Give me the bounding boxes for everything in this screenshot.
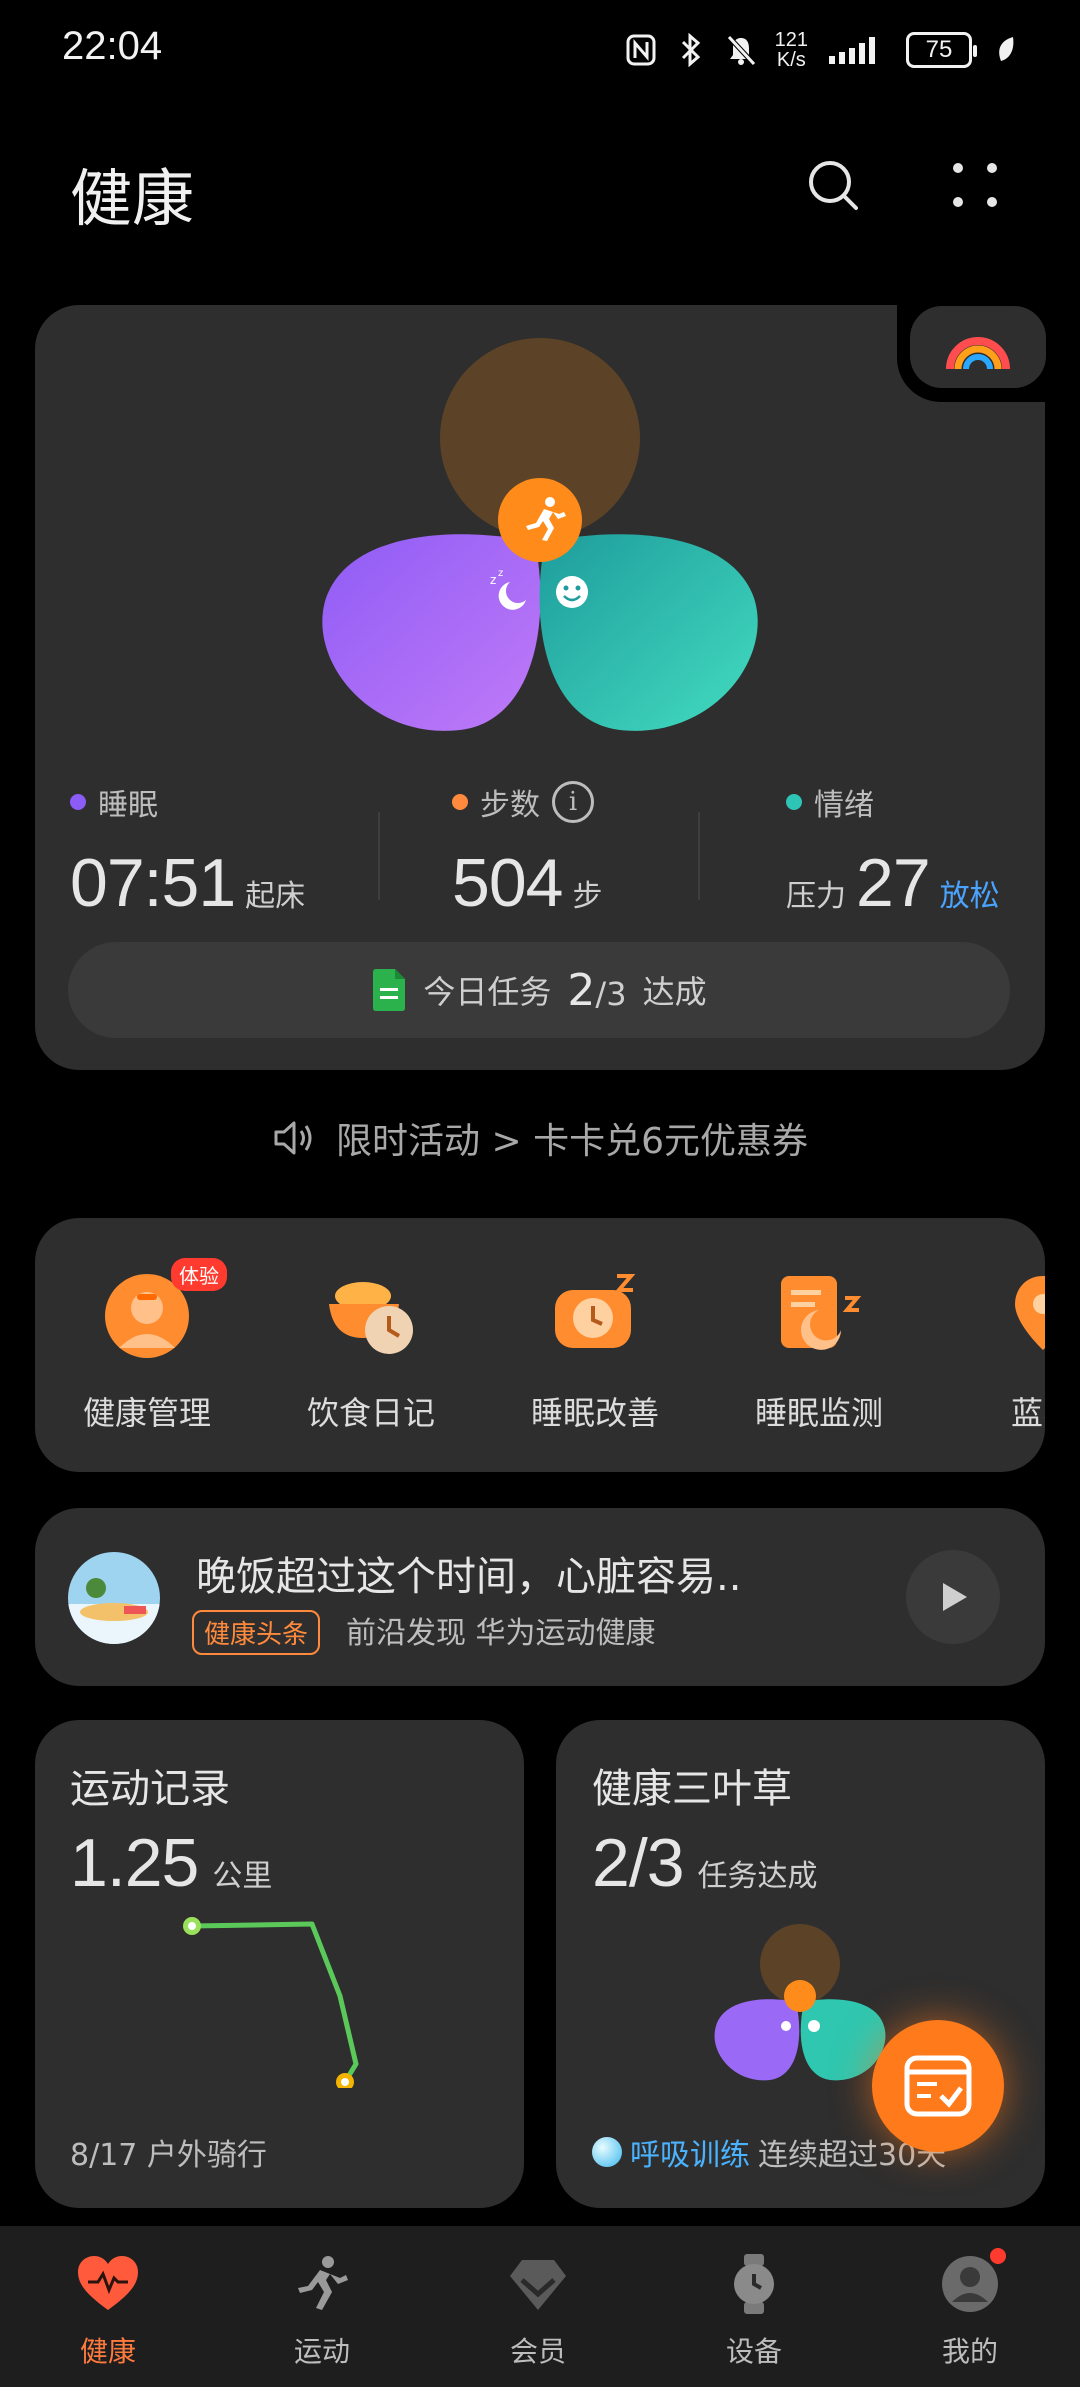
checklist-icon (904, 2055, 972, 2117)
notification-dot (990, 2248, 1006, 2264)
watch-icon (734, 2254, 774, 2314)
status-time: 22:04 (62, 24, 163, 68)
more-icon[interactable] (950, 160, 1000, 210)
battery-icon: 75 (906, 32, 977, 68)
running-icon (298, 2256, 348, 2310)
svg-text:z: z (490, 573, 496, 587)
service-sleep-improve[interactable]: 睡眠改善 (495, 1268, 695, 1434)
services-card: 体验 健康管理 饮食日记 睡眠改善 睡眠监测 蓝星 (35, 1218, 1045, 1472)
news-thumbnail (68, 1552, 160, 1644)
sleep-improve-icon (555, 1274, 636, 1348)
news-tag: 健康头条 (192, 1610, 321, 1655)
clover-footer: 呼吸训练 连续超过30天 (592, 2130, 946, 2174)
divider (378, 812, 380, 900)
page-title: 健康 (70, 162, 195, 235)
service-sleep-monitor[interactable]: 睡眠监测 (719, 1268, 919, 1434)
play-button[interactable] (906, 1550, 1000, 1644)
smile-icon (556, 576, 588, 608)
tab-profile[interactable]: 我的 (900, 2248, 1040, 2370)
relax-link[interactable]: 放松 (940, 871, 1000, 915)
promo-banner[interactable]: 限时活动 > 卡卡兑6元优惠券 (0, 1112, 1080, 1164)
diamond-icon (510, 2260, 566, 2310)
diet-diary-icon (329, 1282, 413, 1354)
sleep-value: 07:51 (70, 845, 236, 921)
exercise-title: 运动记录 (70, 1766, 230, 1812)
sleep-metric[interactable]: 睡眠 07:51 起床 (70, 780, 305, 922)
divider (698, 812, 700, 900)
breath-icon (592, 2137, 622, 2167)
steps-value: 504 (452, 845, 563, 921)
play-icon (943, 1583, 967, 1611)
document-icon (373, 969, 406, 1011)
steps-metric[interactable]: 步数 i 504 步 (452, 780, 602, 922)
service-health-manage[interactable]: 体验 健康管理 (47, 1258, 247, 1434)
stress-value: 27 (856, 845, 931, 921)
clover-progress: 2/3 任务达成 (592, 1825, 818, 1901)
trial-badge: 体验 (171, 1258, 227, 1291)
leaf-icon (990, 32, 1022, 68)
search-icon[interactable] (806, 158, 862, 214)
sleep-monitor-icon (781, 1276, 862, 1350)
service-lanxing[interactable]: 蓝星 (943, 1268, 1045, 1434)
mood-metric[interactable]: 情绪 压力 27 放松 (786, 780, 1000, 922)
news-title: 晚饭超过这个时间，心脏容易.. (196, 1554, 742, 1600)
heart-pulse-icon (78, 2256, 138, 2310)
tab-member[interactable]: 会员 (468, 2252, 608, 2370)
net-speed: 121 K/s (774, 29, 808, 71)
exercise-footer: 8/17 户外骑行 (70, 2138, 267, 2173)
route-map (183, 1917, 359, 2088)
mini-clover-graphic (714, 1924, 886, 2081)
steps-dot (452, 794, 468, 810)
map-pin-icon (1015, 1276, 1045, 1350)
status-icons: 121 K/s 75 (625, 30, 1022, 70)
mute-icon (725, 32, 757, 68)
rainbow-icon[interactable] (910, 306, 1046, 388)
mood-dot (786, 794, 802, 810)
tab-health[interactable]: 健康 (38, 2252, 178, 2370)
svg-text:z: z (498, 568, 503, 579)
info-icon[interactable]: i (552, 781, 594, 823)
clover-title: 健康三叶草 (592, 1766, 792, 1812)
speaker-icon (274, 1121, 312, 1155)
task-fab-button[interactable] (872, 2020, 1004, 2152)
service-diet-diary[interactable]: 饮食日记 (271, 1268, 471, 1434)
tab-exercise[interactable]: 运动 (252, 2252, 392, 2370)
sleep-dot (70, 794, 86, 810)
exercise-distance: 1.25 公里 (70, 1825, 273, 1901)
news-source: 前沿发现 华为运动健康 (346, 1616, 656, 1651)
signal-icon (826, 32, 888, 68)
clover-graphic[interactable]: z z (310, 330, 770, 750)
tab-device[interactable]: 设备 (684, 2252, 824, 2370)
daily-task-bar[interactable]: 今日任务 2/3 达成 (68, 942, 1010, 1038)
bluetooth-icon (675, 32, 707, 68)
nfc-icon (625, 32, 657, 68)
